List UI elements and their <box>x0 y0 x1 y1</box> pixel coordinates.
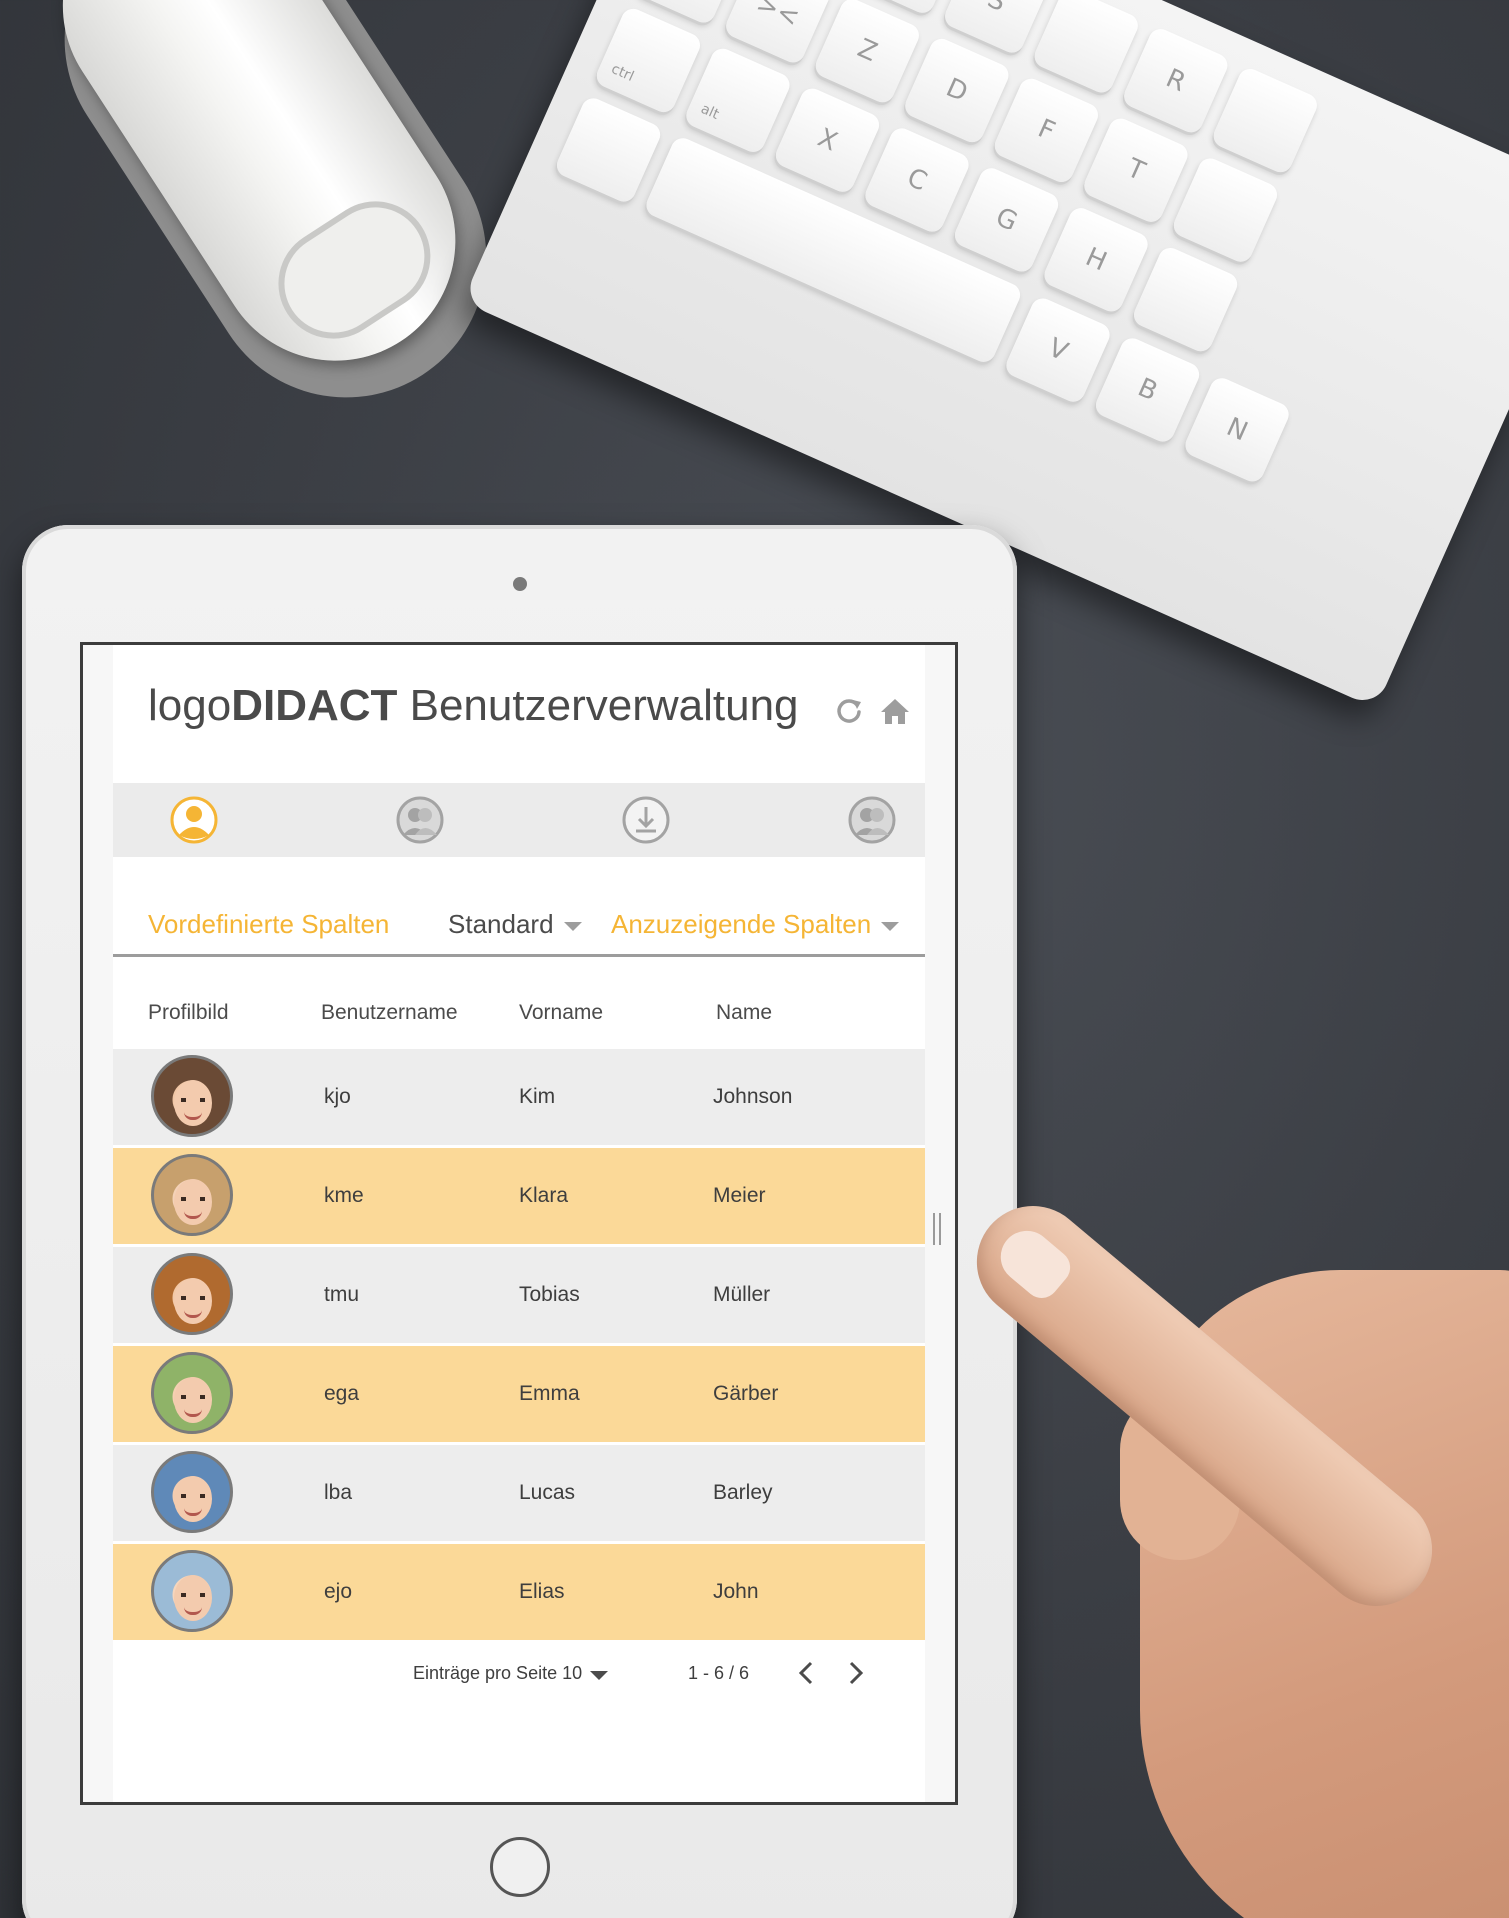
table-row[interactable]: ejo Elias John <box>113 1544 925 1640</box>
columns-dropdown[interactable]: Anzuzeigende Spalten <box>611 909 900 940</box>
avatar <box>151 1055 233 1137</box>
column-header-profile[interactable]: Profilbild <box>148 1001 229 1025</box>
app-title: logoDIDACT Benutzerverwaltung <box>148 681 799 731</box>
key: D <box>901 35 1013 146</box>
key: C <box>861 124 973 236</box>
key: Z <box>811 0 923 107</box>
key <box>1030 0 1142 97</box>
table-row[interactable]: ega Emma Gärber <box>113 1346 925 1442</box>
cell-firstname: Klara <box>519 1184 569 1207</box>
download-icon[interactable] <box>621 795 671 845</box>
cell-firstname: Elias <box>519 1580 565 1603</box>
key: R <box>1120 25 1232 137</box>
predefined-columns-text: Vordefinierte Spalten <box>148 909 390 939</box>
app-header: logoDIDACT Benutzerverwaltung <box>113 645 925 783</box>
icon-nav <box>113 783 925 857</box>
column-selectors: Vordefinierte Spalten Standard Anzuzeige… <box>113 857 925 957</box>
table-row[interactable]: kme Klara Meier <box>113 1148 925 1244</box>
pointing-hand <box>954 1150 1509 1918</box>
fingernail <box>990 1220 1078 1306</box>
columns-dropdown-label: Anzuzeigende Spalten <box>611 909 872 939</box>
avatar <box>151 1550 233 1632</box>
cell-firstname: Lucas <box>519 1481 576 1504</box>
key: V <box>1002 294 1114 406</box>
key: X <box>771 84 883 196</box>
cell-firstname: Kim <box>519 1085 556 1108</box>
cell-username: lba <box>324 1481 353 1504</box>
key: F <box>990 74 1102 186</box>
cell-firstname: Tobias <box>519 1283 580 1306</box>
key <box>1130 244 1242 356</box>
table-header: Profilbild Benutzername Vorname Name <box>113 957 925 1049</box>
key <box>1209 65 1321 177</box>
chevron-down-icon <box>590 1671 609 1680</box>
groups-icon[interactable] <box>847 795 897 845</box>
next-page-button[interactable] <box>841 1655 871 1691</box>
preset-dropdown[interactable]: Standard <box>448 909 582 940</box>
avatar <box>151 1154 233 1236</box>
tablet: logoDIDACT Benutzerverwaltung Vordefinie… <box>22 525 1017 1918</box>
key: B <box>1092 334 1203 446</box>
key: G <box>951 164 1062 276</box>
page-range: 1 - 6 / 6 <box>688 1663 750 1683</box>
cell-lastname: John <box>713 1580 759 1603</box>
entries-per-page-select[interactable]: Einträge pro Seite 10 <box>413 1663 609 1684</box>
pagination: Einträge pro Seite 10 1 - 6 / 6 <box>113 1655 925 1695</box>
column-header-firstname[interactable]: Vorname <box>519 1001 603 1025</box>
tablet-screen: logoDIDACT Benutzerverwaltung Vordefinie… <box>80 642 958 1805</box>
cell-lastname: Barley <box>713 1481 773 1504</box>
chevron-down-icon <box>563 922 582 931</box>
avatar <box>151 1253 233 1335</box>
cell-lastname: Johnson <box>713 1085 793 1108</box>
home-icon[interactable] <box>879 695 911 727</box>
chevron-down-icon <box>881 922 900 931</box>
header-icons <box>833 695 911 727</box>
cell-username: kme <box>324 1184 364 1207</box>
table-row[interactable]: tmu Tobias Müller <box>113 1247 925 1343</box>
cell-username: ejo <box>324 1580 353 1603</box>
cell-lastname: Meier <box>713 1184 766 1207</box>
app: logoDIDACT Benutzerverwaltung Vordefinie… <box>113 645 925 1802</box>
home-button[interactable] <box>490 1837 550 1897</box>
refresh-icon[interactable] <box>833 695 865 727</box>
cell-username: ega <box>324 1382 360 1405</box>
stapler <box>0 0 548 457</box>
predefined-columns-label: Vordefinierte Spalten <box>148 909 389 940</box>
scrollbar-grip[interactable] <box>933 1213 941 1245</box>
cell-username: kjo <box>324 1085 351 1108</box>
cell-username: tmu <box>324 1283 360 1306</box>
key <box>1169 154 1281 266</box>
key-alt: alt <box>682 44 794 156</box>
key: H <box>1040 204 1152 316</box>
title-rest: Benutzerverwaltung <box>397 681 799 730</box>
camera <box>513 577 527 591</box>
key <box>553 94 664 206</box>
column-header-username[interactable]: Benutzername <box>321 1001 458 1025</box>
key-ctrl: ctrl <box>592 5 704 116</box>
key: N <box>1181 374 1293 486</box>
avatar <box>151 1451 233 1533</box>
table-row[interactable]: kjo Kim Johnson <box>113 1049 925 1145</box>
cell-lastname: Gärber <box>713 1382 779 1405</box>
previous-page-button[interactable] <box>791 1655 821 1691</box>
group-icon[interactable] <box>395 795 445 845</box>
title-bold: DIDACT <box>231 681 398 730</box>
title-light: logo <box>148 681 232 730</box>
preset-value: Standard <box>448 909 554 939</box>
entries-per-page-label: Einträge pro Seite 10 <box>413 1663 583 1683</box>
avatar <box>151 1352 233 1434</box>
column-header-lastname[interactable]: Name <box>716 1001 772 1025</box>
user-icon[interactable] <box>169 795 219 845</box>
table-body: kjo Kim Johnson kme Klara Meier tmu Tobi… <box>113 1049 925 1640</box>
cell-firstname: Emma <box>519 1382 580 1405</box>
cell-lastname: Müller <box>713 1283 771 1306</box>
key: T <box>1080 114 1192 226</box>
table-row[interactable]: lba Lucas Barley <box>113 1445 925 1541</box>
